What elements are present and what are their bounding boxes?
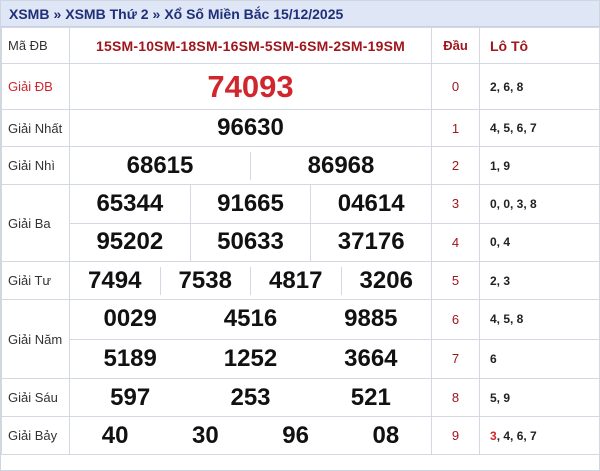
loto-cell: 1, 9 [479, 146, 600, 185]
loto-rest: , 4, 6, 7 [496, 428, 537, 443]
dau-cell: 2 [431, 146, 480, 185]
prize-label-db: Giải ĐB [1, 63, 70, 110]
prize-row-db: Giải ĐB 74093 0 2, 6, 8 [1, 63, 600, 110]
loto-cell: 5, 9 [479, 378, 600, 417]
prize-number: 253 [230, 383, 271, 411]
prize-number: 4817 [250, 266, 341, 295]
prize-number: 40 [101, 421, 129, 449]
loto-cell: 0, 0, 3, 8 [490, 196, 537, 211]
header-row: Mã ĐB 15SM-10SM-18SM-16SM-5SM-6SM-2SM-19… [1, 27, 600, 64]
breadcrumb-separator: » [152, 5, 161, 22]
breadcrumb: XSMB » XSMB Thứ 2 » Xổ Số Miền Bắc 15/12… [1, 1, 599, 27]
prize-number: 04614 [310, 185, 431, 223]
dau-cell: 6 [451, 311, 460, 327]
prize-number: 65344 [96, 189, 164, 217]
prize-number: 521 [350, 383, 391, 411]
prize-numbers-nhat: 96630 [69, 109, 432, 147]
dau-cell: 1 [431, 109, 480, 147]
prize-number: 91665 [189, 185, 311, 223]
dau-cell: 8 [431, 378, 480, 417]
dau-cell-pair: 6 7 [431, 299, 480, 379]
prize-row-sau: Giải Sáu 597 253 521 8 5, 9 [1, 378, 600, 417]
dau-cell: 3 [451, 196, 460, 212]
prize-label-tu: Giải Tư [1, 261, 70, 300]
loto-cell: 4, 5, 8 [490, 312, 524, 327]
breadcrumb-page-link[interactable]: Xổ Số Miền Bắc 15/12/2025 [164, 6, 343, 22]
prize-label-bay: Giải Bảy [1, 416, 70, 455]
prize-number: 68615 [126, 151, 194, 179]
prize-number: 96 [282, 421, 309, 449]
prize-number: 7538 [159, 266, 251, 295]
prize-number: 30 [192, 421, 219, 449]
prize-label-nam: Giải Năm [1, 299, 70, 379]
dau-cell: 0 [431, 63, 480, 110]
prize-number: 86968 [250, 151, 431, 180]
breadcrumb-separator: » [53, 5, 62, 22]
prize-numbers-ba: 65344 91665 04614 95202 50633 37176 [69, 184, 432, 262]
loto-cell: 4, 5, 6, 7 [479, 109, 600, 147]
prize-row-nam: Giải Năm 0029 4516 9885 5189 1252 3664 6… [1, 299, 600, 379]
prize-number: 0029 [103, 305, 157, 333]
xsmb-results-panel: XSMB » XSMB Thứ 2 » Xổ Số Miền Bắc 15/12… [0, 0, 600, 471]
dau-cell: 7 [432, 338, 479, 379]
prize-number: 9885 [344, 305, 398, 333]
prize-numbers-tu: 7494 7538 4817 3206 [69, 261, 432, 300]
prize-number: 95202 [96, 228, 164, 256]
ma-db-label: Mã ĐB [1, 27, 70, 64]
prize-number: 3664 [344, 344, 398, 372]
prize-number: 74093 [207, 68, 294, 104]
dau-cell-pair: 3 4 [431, 184, 480, 262]
loto-cell: 2, 6, 8 [479, 63, 600, 110]
prize-number: 4516 [223, 305, 278, 333]
prize-numbers-nhi: 68615 86968 [69, 146, 432, 185]
dau-cell: 5 [431, 261, 480, 300]
prize-number: 597 [110, 383, 151, 411]
prize-number: 50633 [189, 223, 311, 261]
prize-label-ba: Giải Ba [1, 184, 70, 262]
dau-cell: 4 [432, 222, 479, 262]
prize-row-ba: Giải Ba 65344 91665 04614 95202 50633 37… [1, 184, 600, 262]
prize-row-nhat: Giải Nhất 96630 1 4, 5, 6, 7 [1, 109, 600, 147]
loto-cell: 2, 3 [479, 261, 600, 300]
prize-numbers-nam: 0029 4516 9885 5189 1252 3664 [69, 299, 432, 379]
loto-cell-pair: 0, 0, 3, 8 0, 4 [479, 184, 600, 262]
prize-number: 1252 [223, 344, 278, 372]
loto-header: Lô Tô [479, 27, 600, 64]
prize-numbers-db: 74093 [69, 63, 432, 110]
loto-cell-pair: 4, 5, 8 6 [479, 299, 600, 379]
prize-label-nhi: Giải Nhì [1, 146, 70, 185]
breadcrumb-day-link[interactable]: XSMB Thứ 2 [65, 6, 148, 22]
loto-cell: 0, 4 [480, 222, 599, 262]
loto-cell: 3, 4, 6, 7 [479, 416, 600, 455]
prize-numbers-bay: 40 30 96 08 [69, 416, 432, 455]
prize-label-nhat: Giải Nhất [1, 109, 70, 147]
loto-highlight: 3 [490, 428, 497, 443]
prize-row-nhi: Giải Nhì 68615 86968 2 1, 9 [1, 146, 600, 185]
prize-row-tu: Giải Tư 7494 7538 4817 3206 5 2, 3 [1, 261, 600, 300]
prize-number: 96630 [217, 114, 284, 141]
ma-db-value: 15SM-10SM-18SM-16SM-5SM-6SM-2SM-19SM [69, 27, 432, 64]
prize-numbers-sau: 597 253 521 [69, 378, 432, 417]
dau-cell: 9 [431, 416, 480, 455]
prize-number: 3206 [340, 266, 432, 295]
prize-number: 37176 [310, 223, 431, 261]
prize-row-bay: Giải Bảy 40 30 96 08 9 3, 4, 6, 7 [1, 416, 600, 455]
prize-number: 5189 [103, 344, 157, 372]
loto-cell: 6 [480, 338, 599, 379]
breadcrumb-xsmb-link[interactable]: XSMB [9, 6, 49, 22]
dau-header: Đầu [431, 27, 480, 64]
results-table: Mã ĐB 15SM-10SM-18SM-16SM-5SM-6SM-2SM-19… [1, 27, 600, 455]
prize-label-sau: Giải Sáu [1, 378, 70, 417]
prize-number: 08 [372, 421, 400, 449]
prize-number: 7494 [88, 266, 142, 294]
